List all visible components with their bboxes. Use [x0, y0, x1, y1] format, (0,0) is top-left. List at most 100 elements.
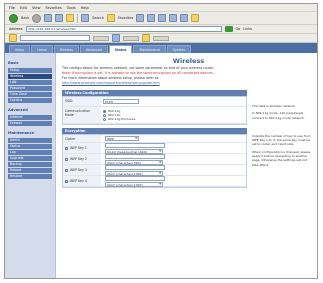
- sidebar-item-time-zone[interactable]: Time Zone: [8, 92, 52, 97]
- sidebar-item-lan[interactable]: LAN: [8, 80, 52, 85]
- help-text: When configuration is changed, please ap…: [252, 149, 311, 167]
- checkbox-icon[interactable]: [65, 179, 68, 183]
- tab-maintenance[interactable]: Maintenance: [133, 45, 166, 53]
- search-icon[interactable]: [81, 14, 90, 22]
- menu-edit[interactable]: Edit: [20, 6, 27, 10]
- router-sidebar: Basic Setup Wireless LAN Password Time Z…: [5, 53, 56, 278]
- wep-key-input[interactable]: [105, 153, 165, 159]
- sidebar-item-options[interactable]: Options: [8, 98, 52, 103]
- messenger-icon[interactable]: [191, 14, 200, 22]
- back-label[interactable]: Back: [21, 16, 29, 20]
- main-content: Wireless The configurations for wireless…: [56, 53, 317, 278]
- sidebar-item-backup[interactable]: Backup: [8, 162, 52, 167]
- sidebar-item-reboot[interactable]: Reboot: [8, 168, 52, 173]
- sidebar-item-admin[interactable]: Admin: [8, 138, 52, 143]
- menu-tools[interactable]: Tools: [67, 6, 76, 10]
- settings-form: Wireless Configuration SSID PCPH Communi…: [62, 90, 247, 188]
- sidebar-item-log[interactable]: Log: [8, 150, 52, 155]
- wep-key-row: WEP Key 3 ASCII (characters 13bit): [63, 164, 246, 176]
- home-icon[interactable]: [66, 14, 75, 22]
- wep-key-format-select[interactable]: ASCII (characters 13bit): [105, 170, 163, 176]
- links-label[interactable]: Links: [243, 27, 252, 31]
- checkbox-icon[interactable]: [65, 168, 68, 172]
- toolbar-options-icon[interactable]: [112, 34, 120, 42]
- toolbar-search-input[interactable]: [20, 35, 90, 41]
- wep-key-input[interactable]: [105, 142, 165, 148]
- sidebar-group-title: Advanced: [8, 108, 28, 112]
- search-toolbar: [5, 34, 317, 43]
- address-bar: Address http://192.168.0.1/wireless.htm …: [5, 25, 317, 34]
- ssid-input[interactable]: PCPH: [103, 99, 139, 104]
- sidebar-item-restore[interactable]: Restore: [8, 174, 52, 179]
- wep-key-input[interactable]: [105, 175, 165, 181]
- checkbox-icon[interactable]: [65, 157, 68, 161]
- mail-icon[interactable]: [147, 14, 156, 22]
- wep-key-row: WEP Key 4 ASCII (characters 13bit): [63, 175, 246, 187]
- settings-area: Wireless Configuration SSID PCPH Communi…: [62, 90, 315, 188]
- toolbar-bookmark-button[interactable]: [123, 35, 139, 41]
- menu-help[interactable]: Help: [81, 6, 89, 10]
- help-text: Indicate the number of key to use from W…: [252, 133, 311, 147]
- browser-window: File Edit View Favorites Tools Help Back…: [4, 3, 318, 279]
- intro-text: The configurations for wireless network,…: [62, 66, 315, 86]
- tab-system[interactable]: System: [167, 45, 191, 53]
- wep-key-label: WEP Key 1: [70, 146, 87, 150]
- browser-toolbar: Back Search Favorites: [5, 12, 317, 25]
- toolbar-search-button[interactable]: [93, 35, 109, 41]
- tab-advanced[interactable]: Advanced: [80, 45, 108, 53]
- menu-favorites[interactable]: Favorites: [46, 6, 62, 10]
- wep-key-input[interactable]: [105, 164, 165, 170]
- encryption-grid: Cipher WEP WEP Key 1 64-bit (hexadecimal…: [62, 134, 247, 188]
- sidebar-item-password[interactable]: Password: [8, 86, 52, 91]
- edit-icon[interactable]: [169, 14, 178, 22]
- menu-file[interactable]: File: [9, 6, 15, 10]
- tab-home[interactable]: Home: [31, 45, 53, 53]
- wep-key-row: WEP Key 1 64-bit (hexadecimal 10bit): [63, 142, 246, 154]
- print-icon[interactable]: [158, 14, 167, 22]
- wep-key-format-select[interactable]: ASCII (characters 13bit): [105, 181, 163, 187]
- menu-view[interactable]: View: [32, 6, 41, 10]
- wep-key-label: WEP Key 4: [70, 179, 87, 183]
- toolbar-settings-button[interactable]: [153, 35, 169, 41]
- sidebar-item-setup[interactable]: Setup: [8, 68, 52, 73]
- forward-arrow-icon[interactable]: [32, 13, 42, 23]
- wep-key-label: WEP Key 2: [70, 157, 87, 161]
- mode-row: Communication Mode 802.11g 802.11b 802.1…: [63, 107, 246, 124]
- search-label[interactable]: Search: [92, 16, 104, 20]
- tab-status[interactable]: Status: [108, 45, 133, 53]
- radio-icon: [103, 109, 106, 113]
- toolbar-popup-icon[interactable]: [142, 34, 150, 42]
- help-panel: The data is wireless network. In 802.11g…: [252, 90, 314, 188]
- tab-setup[interactable]: Setup: [9, 45, 31, 53]
- page-title: Wireless: [172, 57, 205, 65]
- back-arrow-icon[interactable]: [9, 13, 18, 23]
- history-icon[interactable]: [136, 14, 145, 22]
- mode-radio-option[interactable]: 802.11g Exclusive: [103, 117, 244, 121]
- address-input[interactable]: http://192.168.0.1/wireless.htm: [25, 26, 222, 32]
- sidebar-item-status[interactable]: Status: [8, 144, 52, 149]
- sidebar-group-title: Basic: [8, 61, 19, 65]
- wep-key-label: WEP Key 3: [70, 168, 87, 172]
- tab-wireless[interactable]: Wireless: [53, 45, 80, 53]
- favorites-label[interactable]: Favorites: [118, 16, 133, 20]
- router-page: Basic Setup Wireless LAN Password Time Z…: [5, 53, 317, 278]
- help-link[interactable]: http://www.example.com/support/wireless/…: [62, 81, 160, 85]
- sidebar-item-internet[interactable]: Internet: [8, 115, 52, 120]
- favorites-star-icon[interactable]: [106, 14, 115, 22]
- mode-label: Communication Mode: [63, 107, 101, 123]
- sidebar-item-upgrade[interactable]: Upgrade: [8, 156, 52, 161]
- cipher-label: Cipher: [63, 135, 101, 142]
- discuss-icon[interactable]: [180, 14, 189, 22]
- refresh-icon[interactable]: [55, 14, 64, 22]
- checkbox-icon[interactable]: [65, 146, 68, 150]
- cipher-select[interactable]: WEP: [105, 136, 139, 141]
- sidebar-item-wireless[interactable]: Wireless: [8, 74, 52, 79]
- sidebar-item-firewall[interactable]: Firewall: [8, 121, 52, 126]
- go-button[interactable]: Go: [236, 27, 241, 31]
- stop-icon[interactable]: [44, 14, 53, 22]
- go-arrow-icon[interactable]: [224, 26, 233, 32]
- wep-key-format-select[interactable]: 64-bit (hexadecimal 10bit): [105, 148, 163, 154]
- menu-bar: File Edit View Favorites Tools Help: [5, 4, 317, 12]
- wep-key-format-select[interactable]: ASCII (characters 5bit): [105, 159, 163, 165]
- radio-icon: [103, 117, 106, 121]
